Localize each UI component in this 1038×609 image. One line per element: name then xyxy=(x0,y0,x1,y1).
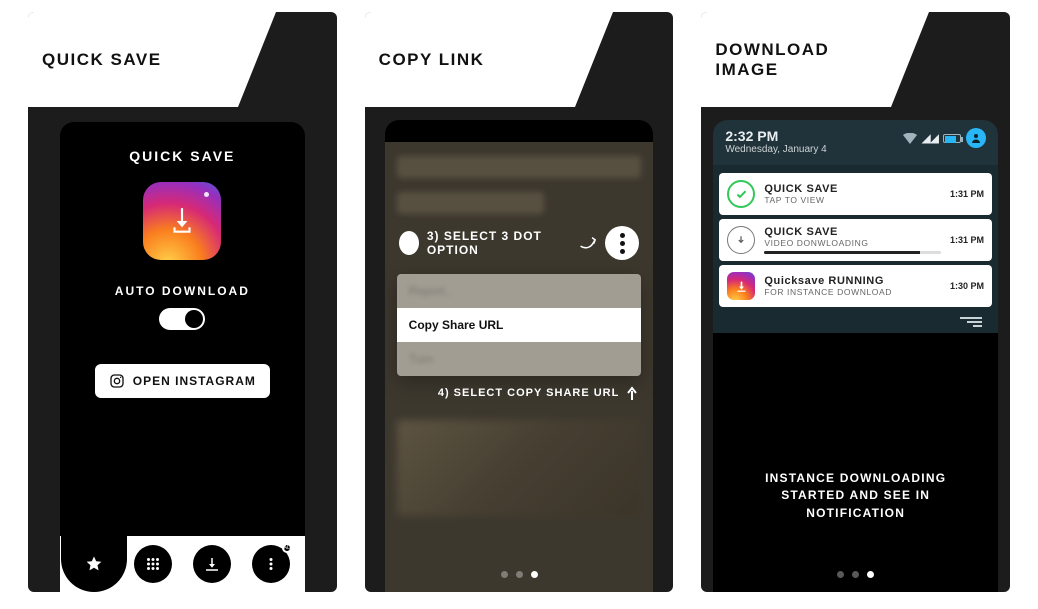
banner: QUICK SAVE xyxy=(28,12,238,107)
bottom-nav: AD xyxy=(60,536,305,592)
nav-tab-more[interactable]: AD xyxy=(242,536,301,592)
auto-download-label: AUTO DOWNLOAD xyxy=(115,284,250,298)
clock-date: Wednesday, January 4 xyxy=(725,144,826,155)
phone-screen-home: QUICK SAVE AUTO DOWNLOAD OPEN INSTAGRAM … xyxy=(60,122,305,592)
phone-screen-notifications: 2:32 PM Wednesday, January 4 ◢◢ QUICK SA… xyxy=(713,120,998,592)
check-circle-icon xyxy=(727,180,755,208)
shade-drag-handle[interactable] xyxy=(719,311,992,329)
download-progress-bar xyxy=(764,251,941,254)
status-icons: ◢◢ xyxy=(903,128,986,148)
panel-download-image: DOWNLOAD IMAGE 2:32 PM Wednesday, Januar… xyxy=(701,12,1010,592)
notification-card[interactable]: Quicksave RUNNING FOR INSTANCE DOWNLOAD … xyxy=(719,265,992,307)
pager-dot[interactable] xyxy=(852,571,859,578)
instruction-step-3: 3) SELECT 3 DOT OPTION xyxy=(385,218,654,268)
download-icon xyxy=(169,206,195,236)
notification-card[interactable]: QUICK SAVE TAP TO VIEW 1:31 PM xyxy=(719,173,992,215)
notif-title: QUICK SAVE xyxy=(764,226,941,238)
notif-subtitle: VIDEO DONWLOADING xyxy=(764,238,941,248)
toggle-knob xyxy=(185,310,203,328)
instruction-message: INSTANCE DOWNLOADING STARTED AND SEE IN … xyxy=(713,470,998,522)
notif-time: 1:30 PM xyxy=(950,281,984,291)
open-instagram-label: OPEN INSTAGRAM xyxy=(133,374,256,388)
step-3-text: 3) SELECT 3 DOT OPTION xyxy=(427,229,571,257)
panel-quick-save: QUICK SAVE QUICK SAVE AUTO DOWNLOAD OPEN… xyxy=(28,12,337,592)
arrow-up-icon xyxy=(625,384,639,402)
menu-item-report[interactable]: Report.. xyxy=(397,274,642,308)
clock-time: 2:32 PM xyxy=(725,128,826,144)
pager-dots xyxy=(713,571,998,578)
pager-dot-active[interactable] xyxy=(531,571,538,578)
download-tray-icon xyxy=(203,555,221,573)
menu-item-copy-share-url[interactable]: Copy Share URL xyxy=(397,308,642,342)
pager-dot-active[interactable] xyxy=(867,571,874,578)
blurred-caption xyxy=(397,192,545,214)
notif-subtitle: FOR INSTANCE DOWNLOAD xyxy=(764,287,941,297)
notif-title: QUICK SAVE xyxy=(764,183,941,195)
battery-icon xyxy=(943,134,961,143)
signal-icon: ◢◢ xyxy=(922,131,938,145)
user-avatar-icon[interactable] xyxy=(966,128,986,148)
banner-title: QUICK SAVE xyxy=(42,50,162,70)
banner-title: DOWNLOAD IMAGE xyxy=(715,40,891,79)
pager-dot[interactable] xyxy=(837,571,844,578)
auto-download-toggle[interactable] xyxy=(159,308,205,330)
nav-tab-downloads[interactable] xyxy=(182,536,241,592)
banner: DOWNLOAD IMAGE xyxy=(701,12,891,107)
pager-dot[interactable] xyxy=(516,571,523,578)
nav-tab-grid[interactable] xyxy=(123,536,182,592)
open-instagram-button[interactable]: OPEN INSTAGRAM xyxy=(95,364,270,398)
notification-card[interactable]: QUICK SAVE VIDEO DONWLOADING 1:31 PM xyxy=(719,219,992,261)
ad-badge: AD xyxy=(282,543,292,553)
instagram-icon xyxy=(109,373,125,389)
app-title: QUICK SAVE xyxy=(129,148,235,164)
more-vertical-icon xyxy=(262,555,280,573)
banner: COPY LINK xyxy=(365,12,575,107)
step-4-text: 4) SELECT COPY SHARE URL xyxy=(438,387,620,399)
context-menu: Report.. Copy Share URL Turn xyxy=(397,274,642,376)
pager-dots xyxy=(385,571,654,578)
menu-item-turn[interactable]: Turn xyxy=(397,342,642,376)
banner-title: COPY LINK xyxy=(379,50,485,70)
wifi-icon xyxy=(903,133,917,144)
notif-time: 1:31 PM xyxy=(950,189,984,199)
phone-screen-copylink: 3) SELECT 3 DOT OPTION Report.. Copy Sha… xyxy=(385,120,654,592)
pager-dot[interactable] xyxy=(501,571,508,578)
download-circle-icon xyxy=(727,226,755,254)
blurred-post-image xyxy=(397,420,642,516)
instruction-step-4: 4) SELECT COPY SHARE URL xyxy=(385,376,654,410)
notif-subtitle: TAP TO VIEW xyxy=(764,195,941,205)
step-avatar-icon xyxy=(399,231,419,255)
notif-title: Quicksave RUNNING xyxy=(764,275,941,287)
app-icon xyxy=(143,182,221,260)
app-small-icon xyxy=(727,272,755,300)
arrow-curve-icon xyxy=(579,234,597,252)
notification-list: QUICK SAVE TAP TO VIEW 1:31 PM QUICK SAV… xyxy=(713,165,998,333)
notif-time: 1:31 PM xyxy=(950,235,984,245)
notification-shade-header: 2:32 PM Wednesday, January 4 ◢◢ xyxy=(713,120,998,165)
nav-tab-favorites[interactable] xyxy=(64,536,123,592)
grid-icon xyxy=(144,555,162,573)
three-dot-button[interactable] xyxy=(605,226,639,260)
status-bar xyxy=(385,120,654,142)
blurred-caption xyxy=(397,156,642,178)
panel-copy-link: COPY LINK 3) SELECT 3 DOT OPTION Report.… xyxy=(365,12,674,592)
star-icon xyxy=(85,555,103,573)
